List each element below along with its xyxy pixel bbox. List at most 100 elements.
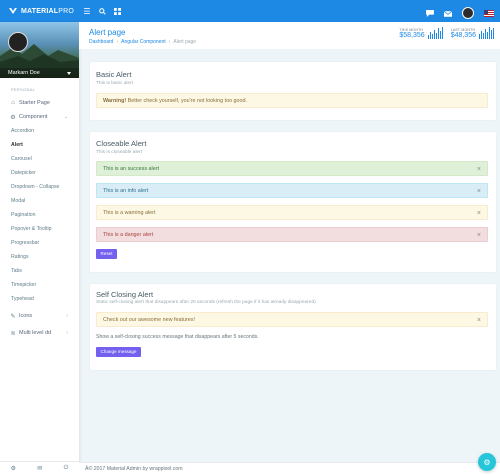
change-message-button[interactable]: Change message — [96, 347, 141, 357]
breadcrumb-angular-component[interactable]: Angular Component — [121, 39, 165, 45]
alert-text: This is an info alert — [103, 188, 149, 194]
sidebar-footer: ⚙ ✉ ⏻ — [0, 461, 79, 475]
success-alert: This is an success alert × — [96, 161, 488, 176]
page-title: Alert page — [89, 28, 126, 37]
alert-text: This is a danger alert — [103, 232, 154, 238]
alert-text: This is an success alert — [103, 166, 160, 172]
close-icon[interactable]: × — [477, 313, 481, 328]
sidebar-item-label: Multi level dd — [19, 330, 52, 336]
sidebar-item-component[interactable]: ⚙ Component ⌄ — [0, 110, 79, 124]
close-icon[interactable]: × — [477, 228, 481, 243]
sparkline-bar — [483, 33, 484, 39]
profile-name-text: Markarn Doe — [8, 70, 40, 76]
reset-button[interactable]: Reset — [96, 249, 117, 259]
page-footer: Â© 2017 Material Admin by wrappixel.com — [79, 462, 500, 475]
nav-section-label: PERSONAL — [11, 87, 36, 92]
chevron-down-icon: ⌄ — [63, 114, 68, 120]
caret-down-icon[interactable] — [67, 72, 71, 75]
close-icon[interactable]: × — [477, 162, 481, 177]
us-flag-icon[interactable] — [484, 9, 494, 17]
sidebar-subitem-accordion[interactable]: Accordion — [0, 124, 79, 138]
profile-avatar[interactable] — [8, 32, 28, 52]
card-subtitle: Static self-closing alert that disappear… — [96, 300, 316, 305]
breadcrumb-separator: › — [168, 39, 171, 45]
sidebar-subitem-tabs[interactable]: Tabs — [0, 264, 79, 278]
search-icon[interactable] — [95, 4, 109, 18]
home-icon: ⌂ — [11, 100, 15, 106]
sparkline-bar — [437, 28, 439, 39]
close-icon[interactable]: × — [477, 184, 481, 199]
sidebar-item-starter-page[interactable]: ⌂ Starter Page — [0, 96, 79, 110]
warning-alert: Warning! Better check yourself, you're n… — [96, 93, 488, 108]
alert-text: This is a warning alert — [103, 210, 156, 216]
breadcrumb-current: Alert page — [173, 39, 197, 45]
mail-icon[interactable] — [443, 4, 453, 22]
sidebar-item-icons[interactable]: ✎ Icons ‹ — [0, 309, 79, 323]
gear-icon: ⚙ — [483, 457, 491, 467]
user-avatar[interactable] — [462, 7, 474, 19]
sidebar-subitem-progressbar[interactable]: Progressbar — [0, 236, 79, 250]
sidebar-subitem-typehead[interactable]: Typehead — [0, 292, 79, 306]
stat-value: $58,356 — [399, 32, 425, 39]
sparkline-this-month — [427, 27, 443, 39]
brush-icon: ✎ — [10, 313, 16, 320]
cog-icon: ⚙ — [10, 114, 16, 121]
alert-text: Better check yourself, you're not lookin… — [126, 98, 248, 104]
page-header: Alert page Dashboard › Angular Component… — [79, 22, 500, 49]
card-title: Closeable Alert — [96, 139, 147, 148]
sparkline-bar — [479, 34, 480, 39]
close-icon[interactable]: × — [477, 206, 481, 221]
stat-last-month: LAST MONTH $48,356 — [451, 27, 494, 39]
stat-this-month: THIS MONTH $58,356 — [399, 27, 443, 39]
sparkline-bar — [481, 31, 482, 39]
footer-text: Â© 2017 Material Admin by wrappixel.com — [85, 466, 183, 472]
sparkline-bar — [485, 29, 486, 39]
sidebar-subitem-carousel[interactable]: Carousel — [0, 152, 79, 166]
sidebar-item-label: Starter Page — [19, 100, 50, 106]
sidebar-subitem-alert[interactable]: Alert — [0, 138, 79, 152]
self-closing-alert-card: Self Closing Alert Static self-closing a… — [90, 284, 496, 370]
sparkline-bar — [429, 32, 431, 39]
hamburger-icon[interactable]: ☰ — [80, 4, 94, 18]
sidebar-item-label: Icons — [19, 313, 33, 319]
card-title: Self Closing Alert — [96, 290, 154, 299]
breadcrumb-separator: › — [116, 39, 119, 45]
sidebar-subitem-modal[interactable]: Modal — [0, 194, 79, 208]
warning-alert: Check out our awesome new features! × — [96, 312, 488, 327]
logo-icon — [9, 8, 17, 14]
sidebar-subitem-dropdown-collapse[interactable]: Dropdown - Collapse — [0, 180, 79, 194]
power-icon[interactable]: ⏻ — [64, 465, 69, 472]
basic-alert-card: Basic Alert This is basic alert Warning!… — [90, 62, 496, 120]
alert-text: Check out our awesome new features! — [103, 317, 195, 323]
sidebar-subitem-popover-tooltip[interactable]: Popover & Tooltip — [0, 222, 79, 236]
info-alert: This is an info alert × — [96, 183, 488, 198]
card-title: Basic Alert — [96, 70, 132, 79]
sidebar-subitem-datepicker[interactable]: Datepicker — [0, 166, 79, 180]
breadcrumb: Dashboard › Angular Component › Alert pa… — [89, 39, 196, 45]
card-subtitle: This is closeable alert — [96, 150, 143, 155]
danger-alert: This is a danger alert × — [96, 227, 488, 242]
sparkline-bar — [431, 34, 433, 39]
brand-name-bold: MATERIAL — [21, 7, 59, 15]
sparkline-last-month — [479, 27, 494, 39]
sidebar-subitem-pagination[interactable]: Pagination — [0, 208, 79, 222]
top-navbar: MATERIAL PRO ☰ — [0, 0, 500, 22]
closeable-alert-card: Closeable Alert This is closeable alert … — [90, 132, 496, 272]
sidebar-item-multi-level[interactable]: ≋ Multi level dd ‹ — [0, 326, 79, 340]
card-subtitle: This is basic alert — [96, 81, 134, 86]
mail-icon[interactable]: ✉ — [37, 465, 42, 472]
breadcrumb-dashboard[interactable]: Dashboard — [89, 39, 113, 45]
brand-logo[interactable]: MATERIAL PRO — [0, 0, 79, 22]
sparkline-bar — [435, 33, 437, 39]
chevron-left-icon: ‹ — [66, 330, 68, 336]
user-profile: Markarn Doe — [0, 22, 79, 78]
settings-fab[interactable]: ⚙ — [478, 453, 496, 471]
sidebar: Markarn Doe PERSONAL ⌂ Starter Page ⚙ Co… — [0, 22, 79, 475]
layers-icon: ≋ — [10, 330, 16, 337]
settings-icon[interactable]: ⚙ — [11, 465, 16, 472]
sparkline-bar — [487, 32, 488, 39]
sidebar-subitem-ratings[interactable]: Ratings — [0, 250, 79, 264]
sidebar-subitem-timepicker[interactable]: Timepicker — [0, 278, 79, 292]
grid-icon[interactable] — [110, 4, 124, 18]
message-icon[interactable] — [426, 4, 434, 22]
